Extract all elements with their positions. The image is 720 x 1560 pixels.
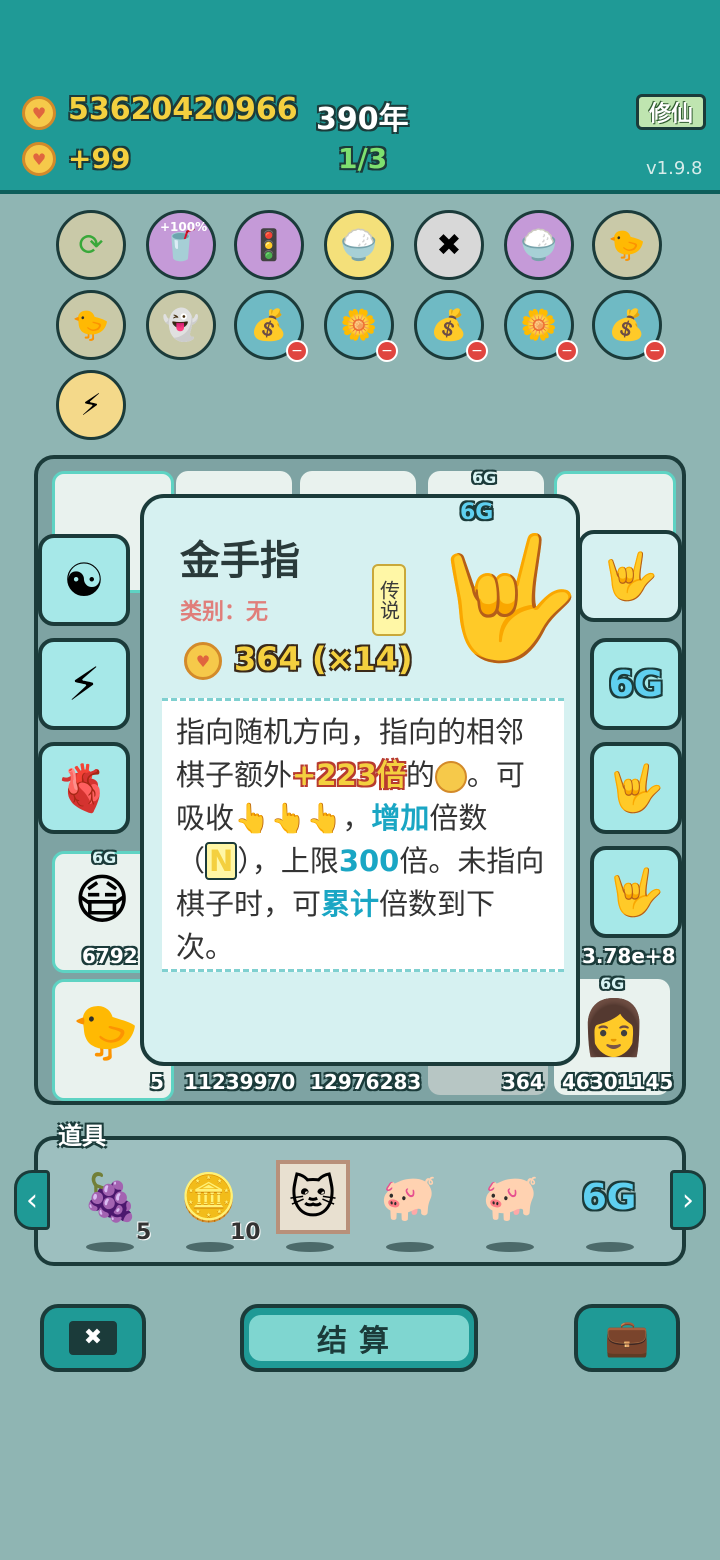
cell-value: 11239970 <box>184 1070 296 1094</box>
popup-cost: 364 (×14) <box>234 640 413 678</box>
desc-increase: 增加 <box>371 801 430 835</box>
ghost-icon[interactable]: 👻 <box>146 290 216 360</box>
desc-limit: 300 <box>338 844 400 878</box>
tools-next-button[interactable]: › <box>670 1170 706 1230</box>
masked-man-icon: 😷 <box>74 868 131 931</box>
cup-bonus-label: +100% <box>160 220 208 234</box>
delete-icon: ✖ <box>69 1321 117 1355</box>
6g-badge: 6G <box>472 468 497 487</box>
tools-prev-button[interactable]: ‹ <box>14 1170 50 1230</box>
tool-count: 10 <box>230 1220 261 1245</box>
brown-hand-button[interactable]: 🤟 <box>590 846 682 938</box>
heart-coin-icon: ♥ <box>22 142 56 176</box>
cell-value: 364 <box>502 1070 544 1094</box>
6g-badge: 6G <box>600 974 625 993</box>
desc-text: ， <box>342 801 372 835</box>
traffic-light-icon[interactable]: 🚦 <box>234 210 304 280</box>
version-label: v1.9.8 <box>646 158 703 179</box>
briefcase-button[interactable]: 💼 <box>574 1304 680 1372</box>
desc-bonus: +223倍 <box>292 758 406 792</box>
recycle-icon[interactable]: ⟳ <box>56 210 126 280</box>
tool-shadow <box>86 1242 134 1252</box>
minus-icon: − <box>556 340 578 362</box>
yellow-hand-button[interactable]: 🤟 <box>578 530 682 622</box>
coins-total: 53620420966 <box>68 92 298 127</box>
6g-badge: 6G <box>460 500 494 525</box>
tool-shadow <box>586 1242 634 1252</box>
rarity-tag: 传说 <box>372 564 406 636</box>
white-hand-button[interactable]: 🤟 <box>590 742 682 834</box>
tools-label: 道具 <box>58 1122 106 1150</box>
cell-value: 3.78e+8 <box>582 944 676 968</box>
cell-value: 46301145 <box>562 1070 674 1094</box>
years-counter: 390年 <box>316 102 409 137</box>
piggy-bank-icon[interactable]: 🐖 <box>372 1160 446 1234</box>
tool-shadow <box>386 1242 434 1252</box>
heart-coin-icon <box>434 761 467 793</box>
tool-shadow <box>186 1242 234 1252</box>
cell-value: 5 <box>150 1070 164 1094</box>
desc-accumulate: 累计 <box>321 887 380 921</box>
item-detail-popup: 金手指 类别：无 传说 6G 🤟 ♥ 364 (×14) 指向随机方向，指向的相… <box>140 494 582 1066</box>
settle-label: 结算 <box>249 1315 469 1361</box>
6g-badge: 6G <box>92 848 117 867</box>
briefcase-icon: 💼 <box>604 1318 650 1359</box>
income-per-turn: +99 <box>68 142 131 175</box>
yin-yang-button[interactable]: ☯ <box>38 534 130 626</box>
heart-coin-icon: ♥ <box>184 642 222 680</box>
golden-finger-icon: 🤟 <box>432 529 582 668</box>
popup-title: 金手指 <box>180 538 300 584</box>
cat-portrait-icon[interactable]: 🐱 <box>276 1160 350 1234</box>
chick-egg-icon[interactable]: 🐤 <box>592 210 662 280</box>
minus-icon: − <box>376 340 398 362</box>
delete-icon[interactable]: ✖ <box>414 210 484 280</box>
desc-text: 的 <box>405 758 435 792</box>
lightning-button[interactable]: ⚡ <box>38 638 130 730</box>
liver-button[interactable]: 🫀 <box>38 742 130 834</box>
cell-value: 6792 <box>82 944 138 968</box>
tool-count: 5 <box>136 1220 152 1245</box>
chick-egg-icon[interactable]: 🐤 <box>56 290 126 360</box>
girl-portrait-icon: 👩 <box>580 996 648 1059</box>
6g-label: 6G <box>581 1176 637 1218</box>
hands-icon: 👆👆👆 <box>234 801 343 835</box>
rice-bowl-icon[interactable]: 🍚 <box>324 210 394 280</box>
tool-shadow <box>486 1242 534 1252</box>
6g-icon[interactable]: 6G <box>572 1160 646 1234</box>
popup-category: 类别：无 <box>180 600 269 625</box>
cell-value: 12976283 <box>310 1070 422 1094</box>
delete-button[interactable]: ✖ <box>40 1304 146 1372</box>
desc-text: ），上限 <box>237 844 339 878</box>
6g-label: 6G <box>608 663 664 705</box>
minus-icon: − <box>466 340 488 362</box>
round-progress: 1/3 <box>338 142 388 175</box>
desc-n: N <box>205 842 238 880</box>
6g-button[interactable]: 6G <box>590 638 682 730</box>
popup-description: 指向随机方向，指向的相邻棋子额外+223倍的 。可吸收👆👆👆，增加倍数（ N ），上限… <box>162 698 564 972</box>
tool-shadow <box>286 1242 334 1252</box>
minus-icon: − <box>286 340 308 362</box>
heart-coin-icon: ♥ <box>22 96 56 130</box>
minus-icon: − <box>644 340 666 362</box>
xiuxian-button[interactable]: 修仙 <box>636 94 706 130</box>
rice-bowl-icon[interactable]: 🍚 <box>504 210 574 280</box>
lightning-icon[interactable]: ⚡ <box>56 370 126 440</box>
piggy-bank-icon[interactable]: 🐖 <box>474 1160 548 1234</box>
settle-button[interactable]: 结算 <box>240 1304 478 1372</box>
crying-chick-icon: 🐤 <box>72 1000 140 1063</box>
